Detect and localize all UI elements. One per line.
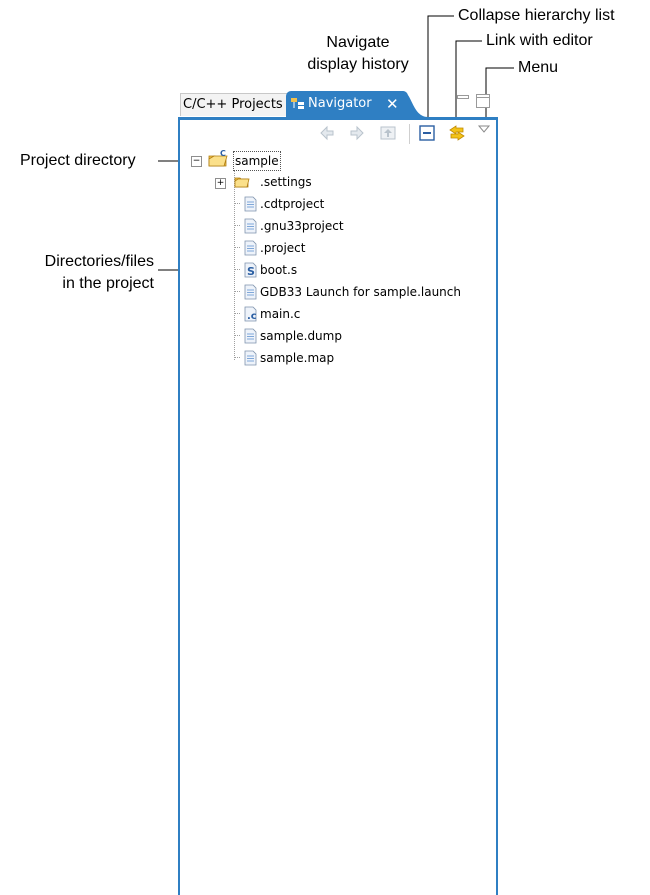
tree-item-label: .gnu33project xyxy=(260,219,344,233)
project-directory-label: Project directory xyxy=(20,152,136,169)
tree-root-row[interactable]: − C sample xyxy=(178,149,478,171)
view-menu-icon[interactable] xyxy=(477,122,491,136)
svg-text:C: C xyxy=(220,150,226,158)
folder-icon xyxy=(234,177,250,188)
link-editor-icon[interactable] xyxy=(448,124,466,142)
back-arrow-icon[interactable] xyxy=(318,124,336,142)
file-icon xyxy=(244,328,257,344)
tree-item-label: .cdtproject xyxy=(260,197,325,211)
forward-arrow-icon[interactable] xyxy=(348,124,366,142)
navigate-history-label: Navigate display history xyxy=(293,33,423,74)
tree-item-row[interactable]: sample.map xyxy=(178,347,478,369)
tree-item-label: GDB33 Launch for sample.launch xyxy=(260,285,461,299)
expand-toggle-icon[interactable]: + xyxy=(215,178,226,189)
tree-item-row[interactable]: .project xyxy=(178,237,478,259)
directories-files-line1: Directories/files xyxy=(44,253,154,270)
tree-item-row[interactable]: + .settings xyxy=(178,171,478,193)
tree-item-row[interactable]: .cdtproject xyxy=(178,193,478,215)
file-icon xyxy=(244,284,257,300)
file-icon xyxy=(244,240,257,256)
menu-label: Menu xyxy=(518,59,559,76)
tree-item-label: main.c xyxy=(260,307,301,321)
tree-root-label: sample xyxy=(233,151,281,171)
c-file-icon: .c xyxy=(244,306,257,322)
tree-item-row[interactable]: sample.dump xyxy=(178,325,478,347)
svg-text:.c: .c xyxy=(247,311,257,322)
collapse-hierarchy-label: Collapse hierarchy list xyxy=(458,7,615,24)
collapse-all-icon[interactable] xyxy=(418,124,436,142)
svg-text:S: S xyxy=(247,265,255,278)
tree-item-row[interactable]: .c main.c xyxy=(178,303,478,325)
view-toolbar xyxy=(178,120,498,148)
minimize-icon[interactable] xyxy=(457,95,469,105)
tree-item-label: boot.s xyxy=(260,263,298,277)
tab-cpp-projects-label: C/C++ Projects xyxy=(183,97,283,112)
tab-navigator-label: Navigator xyxy=(308,96,372,111)
link-editor-label: Link with editor xyxy=(486,32,593,49)
tree-item-row[interactable]: .gnu33project xyxy=(178,215,478,237)
up-folder-icon[interactable] xyxy=(379,124,397,142)
navigator-view: C/C++ Projects Navigator ✕ − C sample + … xyxy=(178,89,498,895)
toolbar-separator xyxy=(409,124,410,144)
tab-navigator[interactable]: Navigator ✕ xyxy=(286,91,408,117)
tree-item-label: sample.dump xyxy=(260,329,342,343)
tab-curve-decoration xyxy=(402,91,428,117)
tree-item-row[interactable]: GDB33 Launch for sample.launch xyxy=(178,281,478,303)
navigate-history-line1: Navigate xyxy=(326,34,390,51)
asm-file-icon: S xyxy=(244,262,257,278)
directories-files-label: Directories/files in the project xyxy=(10,252,154,293)
tab-cpp-projects[interactable]: C/C++ Projects xyxy=(180,93,288,116)
view-tab-bar: C/C++ Projects Navigator ✕ xyxy=(178,89,498,117)
navigate-history-line2: display history xyxy=(307,56,409,73)
file-icon xyxy=(244,350,257,366)
directories-files-line2: in the project xyxy=(62,275,154,292)
close-icon[interactable]: ✕ xyxy=(386,91,399,117)
tree-item-label: .project xyxy=(260,241,306,255)
tree-item-row[interactable]: S boot.s xyxy=(178,259,478,281)
maximize-icon[interactable] xyxy=(476,94,490,108)
file-icon xyxy=(244,218,257,234)
file-icon xyxy=(244,196,257,212)
project-folder-icon: C xyxy=(208,150,228,167)
navigator-icon xyxy=(291,98,304,109)
tree-item-label: sample.map xyxy=(260,351,335,365)
collapse-toggle-icon[interactable]: − xyxy=(191,156,202,167)
tree-item-label: .settings xyxy=(260,175,312,189)
